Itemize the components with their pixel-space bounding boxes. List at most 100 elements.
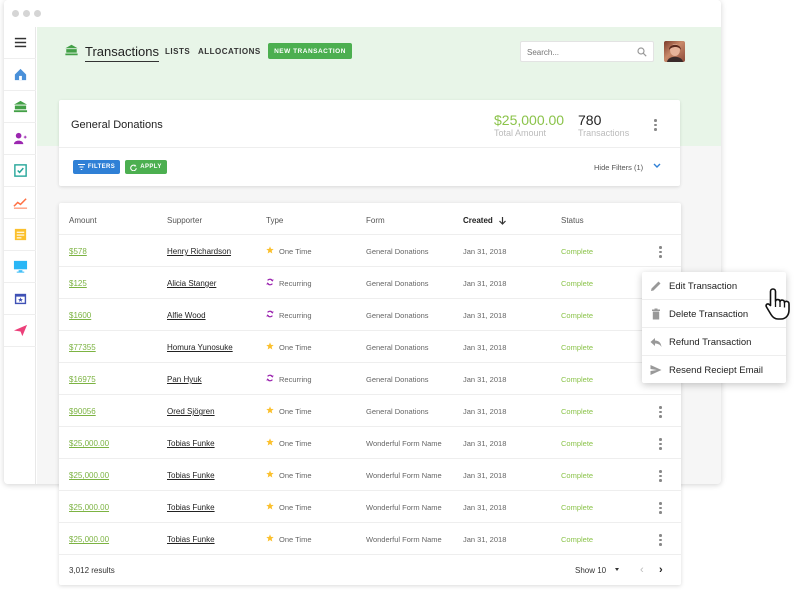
column-header-created[interactable]: Created	[463, 216, 506, 225]
form-cell: Wonderful Form Name	[366, 503, 442, 512]
table-row[interactable]: $25,000.00 Tobias Funke One Time Wonderful …	[59, 490, 681, 522]
dropdown-arrow-icon[interactable]	[615, 568, 619, 571]
supporter-link[interactable]: Alicia Stanger	[167, 279, 216, 288]
table-row[interactable]: $1600 Alfie Wood Recurring General Donation…	[59, 298, 681, 330]
column-header-form[interactable]: Form	[366, 216, 385, 225]
row-more-options-icon[interactable]	[659, 438, 662, 450]
table-row[interactable]: $16975 Pan Hyuk Recurring General Donations…	[59, 362, 681, 394]
supporter-link[interactable]: Tobias Funke	[167, 471, 215, 480]
page-title: Transactions	[85, 44, 159, 62]
column-header-supporter[interactable]: Supporter	[167, 216, 202, 225]
column-header-amount[interactable]: Amount	[69, 216, 97, 225]
nav-lists[interactable]: LISTS	[165, 47, 190, 56]
amount-link[interactable]: $90056	[69, 407, 96, 416]
row-more-options-icon[interactable]	[659, 406, 662, 418]
amount-link[interactable]: $16975	[69, 375, 96, 384]
supporter-link[interactable]: Tobias Funke	[167, 439, 215, 448]
type-cell: Recurring	[266, 310, 312, 320]
supporter-link[interactable]: Alfie Wood	[167, 311, 206, 320]
amount-link[interactable]: $1600	[69, 311, 91, 320]
previous-page-icon[interactable]: ‹	[640, 564, 644, 576]
trash-icon	[652, 308, 660, 320]
amount-link[interactable]: $578	[69, 247, 87, 256]
bank-icon[interactable]	[4, 91, 36, 123]
sort-arrow-down-icon[interactable]	[498, 216, 506, 225]
calendar-icon[interactable]	[4, 283, 36, 315]
amount-link[interactable]: $77355	[69, 343, 96, 352]
reports-icon[interactable]	[4, 187, 36, 219]
amount-link[interactable]: $25,000.00	[69, 439, 109, 448]
search-icon[interactable]	[637, 47, 647, 57]
row-more-options-icon[interactable]	[659, 534, 662, 546]
status-cell: Complete	[561, 407, 594, 416]
type-label: One Time	[279, 534, 312, 544]
more-options-icon[interactable]	[654, 119, 657, 131]
summary-title: General Donations	[71, 119, 163, 131]
menu-icon[interactable]	[4, 27, 36, 59]
home-icon[interactable]	[4, 59, 36, 91]
table-row[interactable]: $25,000.00 Tobias Funke One Time Wonderful …	[59, 522, 681, 554]
row-more-options-icon[interactable]	[659, 246, 662, 258]
send-icon[interactable]	[4, 315, 36, 347]
amount-link[interactable]: $125	[69, 279, 87, 288]
supporter-link[interactable]: Tobias Funke	[167, 503, 215, 512]
sidebar	[4, 27, 36, 484]
supporter-link[interactable]: Henry Richardson	[167, 247, 231, 256]
form-cell: General Donations	[366, 343, 429, 352]
menu-item-resend-receipt-email[interactable]: Resend Reciept Email	[642, 356, 786, 384]
supporter-link[interactable]: Ored Sjögren	[167, 407, 215, 416]
type-cell: One Time	[266, 342, 312, 352]
table-row[interactable]: $125 Alicia Stanger Recurring General Donat…	[59, 266, 681, 298]
table-row[interactable]: $77355 Homura Yunosuke One Time General Don…	[59, 330, 681, 362]
amount-link[interactable]: $25,000.00	[69, 535, 109, 544]
status-cell: Complete	[561, 471, 594, 480]
notes-icon[interactable]	[4, 219, 36, 251]
created-cell: Jan 31, 2018	[463, 407, 507, 416]
table-footer: 3,012 results Show 10 ‹ ›	[59, 554, 681, 585]
avatar[interactable]	[664, 41, 685, 62]
new-transaction-button[interactable]: NEW TRANSACTION	[268, 43, 352, 59]
search-input[interactable]	[527, 45, 635, 59]
created-cell: Jan 31, 2018	[463, 247, 507, 256]
total-amount-value: $25,000.00	[494, 112, 565, 128]
menu-item-label: Resend Reciept Email	[669, 365, 763, 376]
column-header-created-label: Created	[463, 216, 493, 225]
window-control-dot[interactable]	[12, 10, 19, 17]
filter-icon	[77, 164, 85, 170]
supporter-link[interactable]: Homura Yunosuke	[167, 343, 233, 352]
window-control-dot[interactable]	[34, 10, 41, 17]
users-icon[interactable]	[4, 123, 36, 155]
filters-button[interactable]: FILTERS	[73, 160, 120, 174]
status-cell: Complete	[561, 343, 594, 352]
created-cell: Jan 31, 2018	[463, 311, 507, 320]
amount-link[interactable]: $25,000.00	[69, 503, 109, 512]
next-page-icon[interactable]: ›	[659, 564, 663, 576]
tasks-icon[interactable]	[4, 155, 36, 187]
window-control-dot[interactable]	[23, 10, 30, 17]
chevron-down-icon[interactable]	[653, 163, 661, 169]
search-box	[520, 41, 654, 62]
hide-filters-link[interactable]: Hide Filters (1)	[594, 163, 643, 172]
recurring-icon	[266, 278, 274, 288]
table-row[interactable]: $578 Henry Richardson One Time General Dona…	[59, 234, 681, 266]
column-header-type[interactable]: Type	[266, 216, 283, 225]
type-cell: One Time	[266, 534, 312, 544]
table-row[interactable]: $90056 Ored Sjögren One Time General Donati…	[59, 394, 681, 426]
nav-allocations[interactable]: ALLOCATIONS	[198, 47, 261, 56]
apply-button[interactable]: APPLY	[125, 160, 167, 174]
column-header-status[interactable]: Status	[561, 216, 584, 225]
table-row[interactable]: $25,000.00 Tobias Funke One Time Wonderful …	[59, 426, 681, 458]
form-cell: General Donations	[366, 247, 429, 256]
row-more-options-icon[interactable]	[659, 502, 662, 514]
menu-item-refund-transaction[interactable]: Refund Transaction	[642, 328, 786, 356]
table-row[interactable]: $25,000.00 Tobias Funke One Time Wonderful …	[59, 458, 681, 490]
amount-link[interactable]: $25,000.00	[69, 471, 109, 480]
rows-per-page-select[interactable]: Show 10	[575, 566, 606, 575]
created-cell: Jan 31, 2018	[463, 375, 507, 384]
supporter-link[interactable]: Pan Hyuk	[167, 375, 202, 384]
monitor-icon[interactable]	[4, 251, 36, 283]
row-more-options-icon[interactable]	[659, 470, 662, 482]
supporter-link[interactable]: Tobias Funke	[167, 535, 215, 544]
form-cell: General Donations	[366, 279, 429, 288]
type-label: Recurring	[279, 278, 312, 288]
